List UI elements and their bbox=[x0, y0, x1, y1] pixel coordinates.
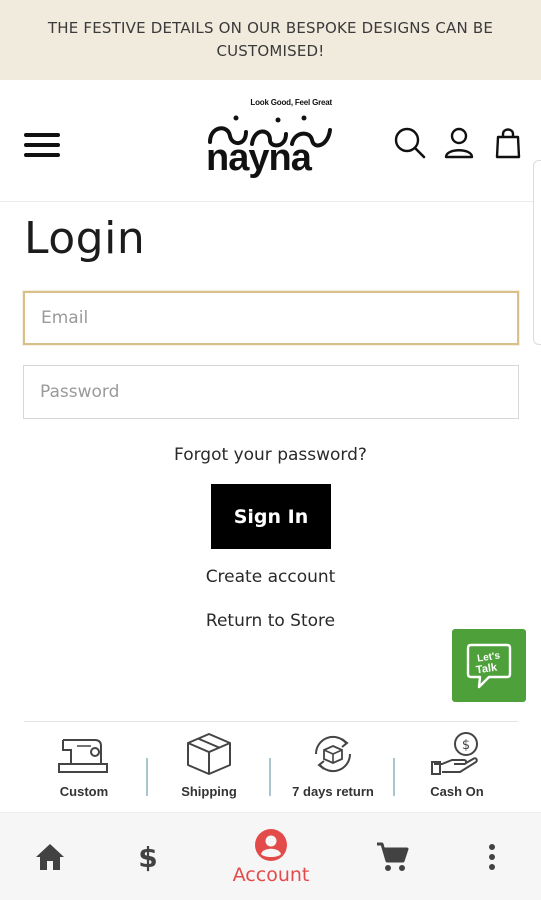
lets-talk-chat-button[interactable]: Let's Talk bbox=[452, 629, 526, 702]
feature-separator bbox=[393, 758, 395, 796]
feature-label: Cash On bbox=[430, 784, 484, 799]
shopping-bag-icon bbox=[495, 128, 521, 159]
feature-label: Custom bbox=[59, 784, 109, 799]
brand-logo[interactable]: Look Good, Feel Great nayna bbox=[200, 94, 340, 186]
package-box-icon bbox=[187, 733, 231, 775]
bottom-navigation: $ Account bbox=[0, 812, 541, 900]
announcement-text: THE FESTIVE DETAILS ON OUR BESPOKE DESIG… bbox=[47, 19, 494, 60]
chat-bubble-icon: Let's Talk bbox=[466, 643, 512, 688]
home-icon bbox=[36, 844, 64, 870]
menu-icon-bar bbox=[24, 133, 60, 137]
cart-button[interactable] bbox=[492, 126, 526, 160]
menu-button[interactable] bbox=[24, 133, 60, 161]
search-icon bbox=[394, 127, 426, 159]
logo-wordmark: nayna bbox=[206, 137, 312, 179]
feature-returns: 7 days return bbox=[278, 730, 388, 799]
feature-separator bbox=[146, 758, 148, 796]
email-field[interactable] bbox=[23, 291, 519, 345]
return-box-icon bbox=[314, 735, 352, 773]
feature-cash-on: $ Cash On bbox=[402, 730, 512, 799]
feature-label: 7 days return bbox=[292, 784, 374, 799]
nav-more[interactable] bbox=[462, 813, 522, 900]
more-vertical-icon bbox=[489, 844, 495, 870]
account-button[interactable] bbox=[442, 126, 476, 160]
nav-account-label: Account bbox=[232, 864, 310, 886]
create-account-link[interactable]: Create account bbox=[0, 567, 541, 587]
forgot-password-link[interactable]: Forgot your password? bbox=[0, 445, 541, 465]
nav-account[interactable]: Account bbox=[215, 813, 327, 900]
search-button[interactable] bbox=[393, 126, 427, 160]
user-icon bbox=[444, 127, 474, 159]
feature-label: Shipping bbox=[181, 784, 237, 799]
password-field[interactable] bbox=[23, 365, 519, 419]
menu-icon-bar bbox=[24, 153, 60, 157]
page-title: Login bbox=[24, 213, 146, 264]
nav-cart[interactable] bbox=[362, 813, 422, 900]
side-drawer-edge[interactable] bbox=[533, 160, 541, 345]
return-to-store-link[interactable]: Return to Store bbox=[0, 611, 541, 631]
feature-separator bbox=[269, 758, 271, 796]
features-divider bbox=[24, 721, 518, 722]
account-icon bbox=[255, 829, 287, 861]
sewing-machine-icon bbox=[58, 739, 108, 773]
svg-text:$: $ bbox=[138, 841, 157, 874]
dollar-icon: $ bbox=[138, 841, 157, 874]
sign-in-button[interactable]: Sign In bbox=[211, 484, 331, 549]
feature-shipping: Shipping bbox=[154, 730, 264, 799]
cart-icon bbox=[377, 842, 409, 871]
svg-text:$: $ bbox=[462, 738, 470, 753]
menu-icon-bar bbox=[24, 143, 60, 147]
site-header: Look Good, Feel Great nayna bbox=[0, 80, 541, 202]
feature-custom: Custom bbox=[29, 730, 139, 799]
cash-hand-icon: $ bbox=[431, 732, 478, 775]
svg-text:Talk: Talk bbox=[475, 661, 499, 676]
nav-home[interactable] bbox=[20, 813, 80, 900]
nav-currency[interactable]: $ bbox=[118, 813, 178, 900]
announcement-bar: THE FESTIVE DETAILS ON OUR BESPOKE DESIG… bbox=[0, 0, 541, 80]
